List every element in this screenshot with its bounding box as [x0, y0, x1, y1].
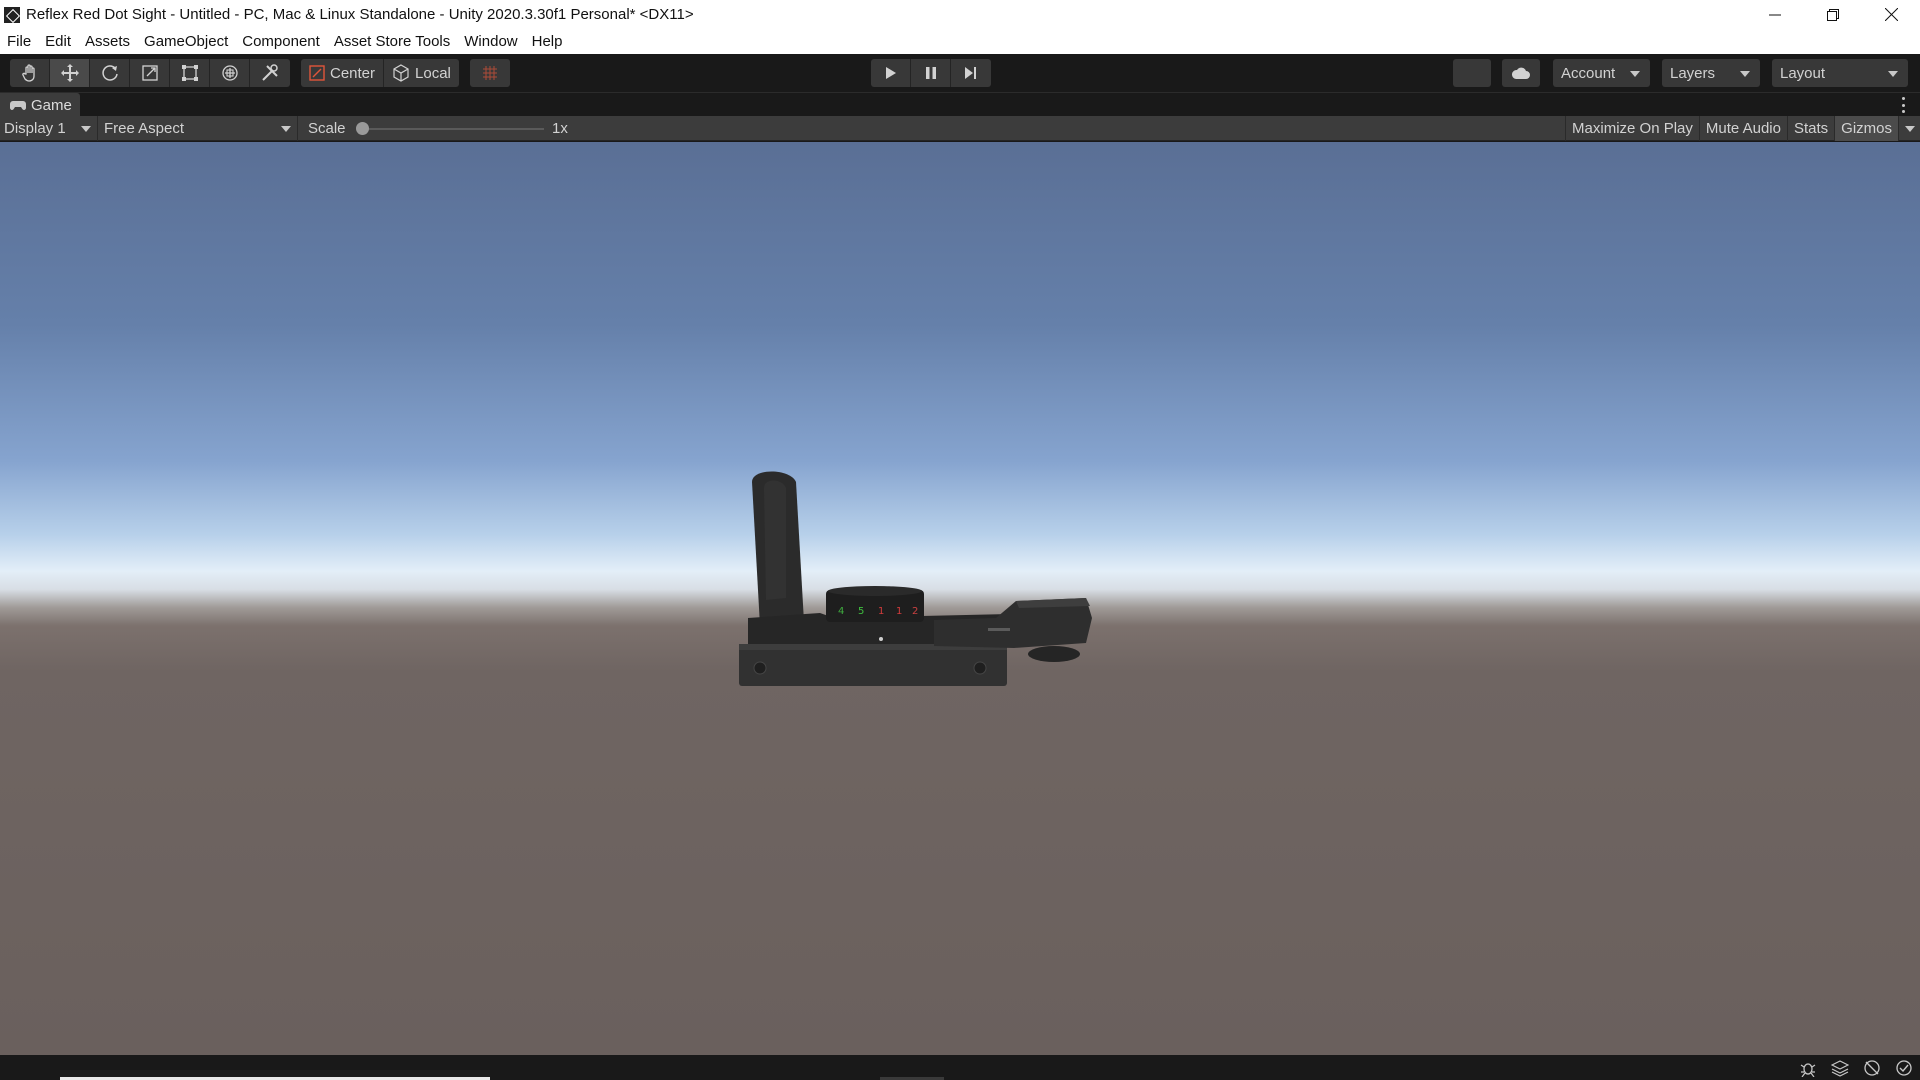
chevron-down-icon — [281, 126, 291, 132]
dial-number: 2 — [912, 606, 918, 617]
menu-component[interactable]: Component — [235, 33, 327, 50]
scale-tool-button[interactable] — [130, 59, 170, 87]
window-title: Reflex Red Dot Sight - Untitled - PC, Ma… — [26, 6, 694, 23]
layers-dropdown[interactable]: Layers — [1662, 59, 1760, 87]
pause-button[interactable] — [911, 59, 951, 87]
dial-number: 4 — [838, 606, 844, 617]
network-off-icon[interactable] — [1862, 1058, 1882, 1078]
display-label: Display 1 — [4, 120, 66, 137]
menu-assets[interactable]: Assets — [78, 33, 137, 50]
debug-bug-icon[interactable] — [1798, 1058, 1818, 1078]
rotate-icon — [101, 65, 118, 81]
dial-number: 5 — [858, 606, 864, 617]
tools-icon — [262, 64, 278, 81]
close-button[interactable] — [1862, 0, 1920, 29]
restore-icon — [1827, 8, 1839, 21]
aspect-label: Free Aspect — [104, 120, 185, 137]
scale-slider[interactable] — [362, 128, 544, 130]
scale-icon — [141, 65, 158, 81]
tab-game-label: Game — [31, 96, 72, 114]
cloud-icon — [1511, 67, 1530, 79]
account-dropdown[interactable]: Account — [1553, 59, 1650, 87]
pivot-center-icon — [309, 65, 325, 81]
check-circle-icon[interactable] — [1894, 1058, 1914, 1078]
transform-tool-button[interactable] — [210, 59, 250, 87]
grid-snap-group — [470, 59, 510, 87]
game-tab-bar: Game — [0, 92, 1920, 117]
collab-button[interactable] — [1453, 59, 1491, 87]
menu-gameobject[interactable]: GameObject — [137, 33, 235, 50]
play-button[interactable] — [871, 59, 911, 87]
play-icon — [885, 67, 896, 79]
close-icon — [1884, 8, 1898, 21]
move-arrows-icon — [60, 64, 79, 82]
scale-label: Scale — [308, 120, 346, 137]
stats-toggle[interactable]: Stats — [1786, 116, 1834, 141]
tab-menu-icon[interactable] — [1902, 97, 1906, 113]
tab-game[interactable]: Game — [0, 93, 80, 117]
game-viewport[interactable]: 4 5 1 1 2 — [0, 142, 1920, 1055]
status-bar — [0, 1055, 1920, 1080]
step-button[interactable] — [951, 59, 991, 87]
title-bar: Reflex Red Dot Sight - Untitled - PC, Ma… — [0, 0, 1920, 29]
local-cube-icon — [393, 64, 409, 82]
hand-tool-button[interactable] — [10, 59, 50, 87]
menu-bar: File Edit Assets GameObject Component As… — [0, 29, 1920, 54]
gizmos-toggle[interactable]: Gizmos — [1834, 116, 1898, 141]
hand-icon — [21, 64, 35, 82]
pivot-mode-button[interactable]: Center — [301, 59, 385, 87]
chevron-down-icon — [81, 126, 91, 132]
grid-snap-icon — [483, 66, 497, 80]
pivot-rotation-button[interactable]: Local — [384, 59, 459, 87]
menu-help[interactable]: Help — [525, 33, 570, 50]
dial-number: 1 — [878, 606, 884, 617]
unity-logo-icon — [4, 6, 20, 23]
aspect-dropdown[interactable]: Free Aspect — [100, 116, 298, 141]
minimize-icon — [1769, 14, 1781, 15]
pause-icon — [925, 67, 936, 79]
pivot-toggles: Center Local — [301, 59, 459, 87]
menu-window[interactable]: Window — [457, 33, 524, 50]
step-icon — [965, 67, 976, 79]
rotate-tool-button[interactable] — [90, 59, 130, 87]
mute-audio-toggle[interactable]: Mute Audio — [1698, 116, 1787, 141]
chevron-down-icon — [1740, 71, 1750, 77]
gamepad-icon — [10, 101, 26, 110]
cloud-button[interactable] — [1502, 59, 1540, 87]
dial-number: 1 — [896, 606, 902, 617]
gizmos-dropdown[interactable] — [1898, 116, 1920, 141]
red-dot-sight-model: 4 5 1 1 2 — [739, 471, 1092, 686]
chevron-down-icon — [1888, 71, 1898, 77]
layers-stack-icon[interactable] — [1830, 1058, 1850, 1078]
layout-dropdown[interactable]: Layout — [1772, 59, 1908, 87]
restore-button[interactable] — [1804, 0, 1862, 29]
scale-value: 1x — [552, 120, 568, 137]
rect-icon — [181, 65, 198, 81]
play-controls — [871, 59, 991, 87]
account-label: Account — [1561, 64, 1616, 82]
status-icons — [1798, 1058, 1914, 1078]
menu-edit[interactable]: Edit — [38, 33, 78, 50]
window-controls — [1746, 0, 1920, 29]
transform-icon — [221, 65, 238, 81]
main-toolbar: Center Local Account Layers Layout — [0, 54, 1920, 92]
menu-file[interactable]: File — [0, 33, 38, 50]
layout-label: Layout — [1780, 64, 1826, 82]
maximize-on-play-toggle[interactable]: Maximize On Play — [1565, 116, 1699, 141]
chevron-down-icon — [1630, 71, 1640, 77]
layers-label: Layers — [1670, 64, 1716, 82]
scale-slider-handle[interactable] — [356, 122, 369, 135]
minimize-button[interactable] — [1746, 0, 1804, 29]
pivot-mode-label: Center — [330, 64, 376, 82]
move-tool-button[interactable] — [50, 59, 90, 87]
pivot-rotation-label: Local — [415, 64, 451, 82]
rect-tool-button[interactable] — [170, 59, 210, 87]
transform-tools — [10, 59, 290, 87]
game-view-options: Maximize On Play Mute Audio Stats Gizmos — [1565, 116, 1920, 141]
game-view-toolbar: Display 1 Free Aspect Scale 1x Maximize … — [0, 116, 1920, 141]
grid-snap-button[interactable] — [470, 59, 510, 87]
custom-tools-button[interactable] — [250, 59, 290, 87]
menu-asset-store-tools[interactable]: Asset Store Tools — [327, 33, 457, 50]
display-dropdown[interactable]: Display 1 — [0, 116, 98, 141]
